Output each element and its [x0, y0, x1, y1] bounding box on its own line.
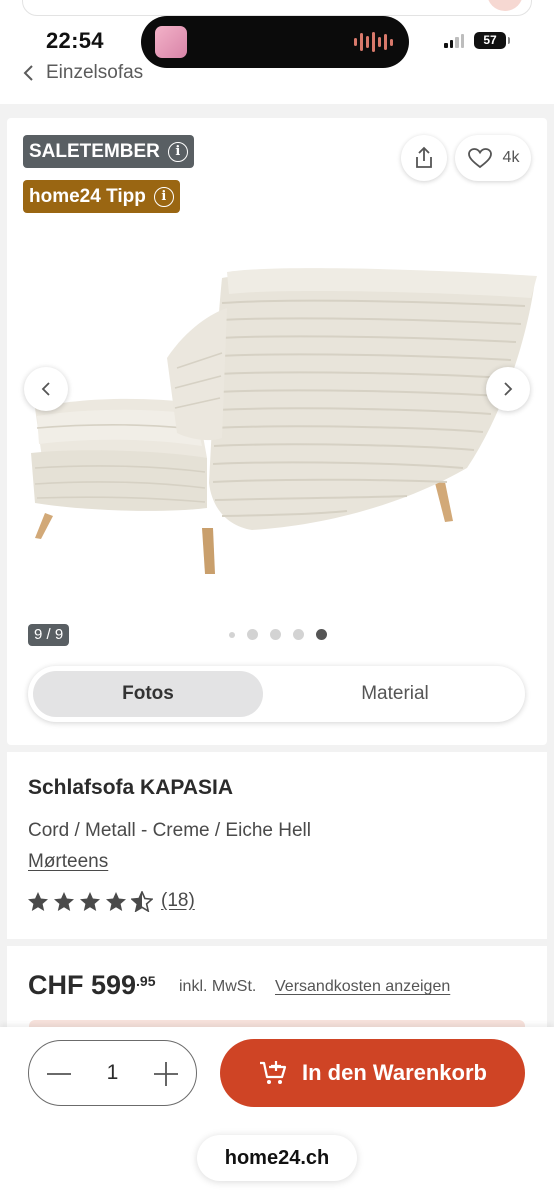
purchase-bar: 1 In den Warenkorb — [0, 1027, 554, 1117]
share-icon — [416, 146, 432, 168]
saletember-badge[interactable]: SALETEMBER i — [23, 135, 194, 168]
battery-icon: 57 — [474, 32, 510, 49]
badge-label: home24 Tipp — [29, 185, 146, 207]
info-icon: i — [167, 141, 188, 162]
previous-image-button[interactable] — [24, 367, 68, 411]
back-link-label: Einzelsofas — [46, 62, 144, 83]
share-button[interactable] — [401, 135, 447, 181]
image-pagination-dots[interactable] — [229, 629, 327, 640]
product-title: Schlafsofa KAPASIA — [28, 776, 233, 799]
product-gallery: SALETEMBER i home24 Tipp i 4k 9 / 9 Foto… — [7, 118, 547, 745]
star-icon — [106, 891, 126, 911]
tab-fotos[interactable]: Fotos — [33, 671, 263, 717]
pagination-dot-active[interactable] — [316, 629, 327, 640]
price: CHF 599 .95 — [28, 970, 156, 1001]
product-variant: Cord / Metall - Creme / Eiche Hell — [28, 820, 311, 841]
status-indicators: 57 — [444, 32, 510, 49]
dynamic-island — [141, 16, 409, 68]
tab-material[interactable]: Material — [280, 671, 510, 717]
back-link[interactable]: Einzelsofas — [22, 62, 143, 84]
home24-tipp-badge[interactable]: home24 Tipp i — [23, 180, 180, 213]
price-main: CHF 599 — [28, 970, 137, 1000]
status-time: 22:54 — [46, 28, 104, 53]
review-count[interactable]: (18) — [161, 890, 195, 912]
cart-add-icon — [260, 1061, 287, 1084]
search-bar-edge[interactable] — [22, 0, 532, 16]
favorite-button[interactable]: 4k — [455, 135, 531, 181]
quantity-stepper: 1 — [28, 1040, 197, 1106]
info-icon: i — [153, 186, 174, 207]
chevron-right-icon — [504, 382, 513, 396]
favorites-count: 4k — [502, 149, 520, 166]
top-header: 22:54 57 Einzelsofas — [0, 0, 554, 104]
badge-label: SALETEMBER — [29, 140, 160, 162]
next-image-button[interactable] — [486, 367, 530, 411]
add-to-cart-button[interactable]: In den Warenkorb — [220, 1039, 525, 1107]
image-counter: 9 / 9 — [28, 624, 70, 646]
star-icon — [28, 891, 48, 911]
star-icon — [80, 891, 100, 911]
chevron-left-icon — [23, 65, 33, 81]
price-cents: .95 — [136, 973, 156, 989]
heart-icon — [467, 148, 492, 169]
plus-icon[interactable] — [153, 1061, 179, 1087]
star-half-icon — [131, 890, 153, 912]
search-bar-accent — [487, 0, 523, 11]
product-info: Schlafsofa KAPASIA Cord / Metall - Creme… — [7, 752, 547, 939]
product-image[interactable] — [17, 258, 537, 588]
rating[interactable]: (18) — [27, 890, 195, 912]
pagination-dot[interactable] — [247, 629, 258, 640]
brand-link[interactable]: Mørteens — [28, 851, 108, 873]
vat-note: inkl. MwSt. — [179, 978, 257, 995]
chevron-left-icon — [41, 382, 50, 396]
pagination-dot[interactable] — [229, 631, 235, 638]
pagination-dot[interactable] — [270, 629, 281, 640]
add-to-cart-label: In den Warenkorb — [302, 1060, 487, 1085]
url-bar[interactable]: home24.ch — [197, 1135, 357, 1181]
audio-waveform-icon — [354, 32, 393, 52]
browser-bar: home24.ch — [0, 1117, 554, 1200]
media-tabs: Fotos Material — [28, 666, 525, 722]
signal-icon — [444, 33, 464, 48]
pagination-dot[interactable] — [293, 629, 304, 640]
shipping-costs-link[interactable]: Versandkosten anzeigen — [275, 978, 450, 996]
star-icon — [54, 891, 74, 911]
now-playing-thumbnail — [155, 26, 187, 58]
